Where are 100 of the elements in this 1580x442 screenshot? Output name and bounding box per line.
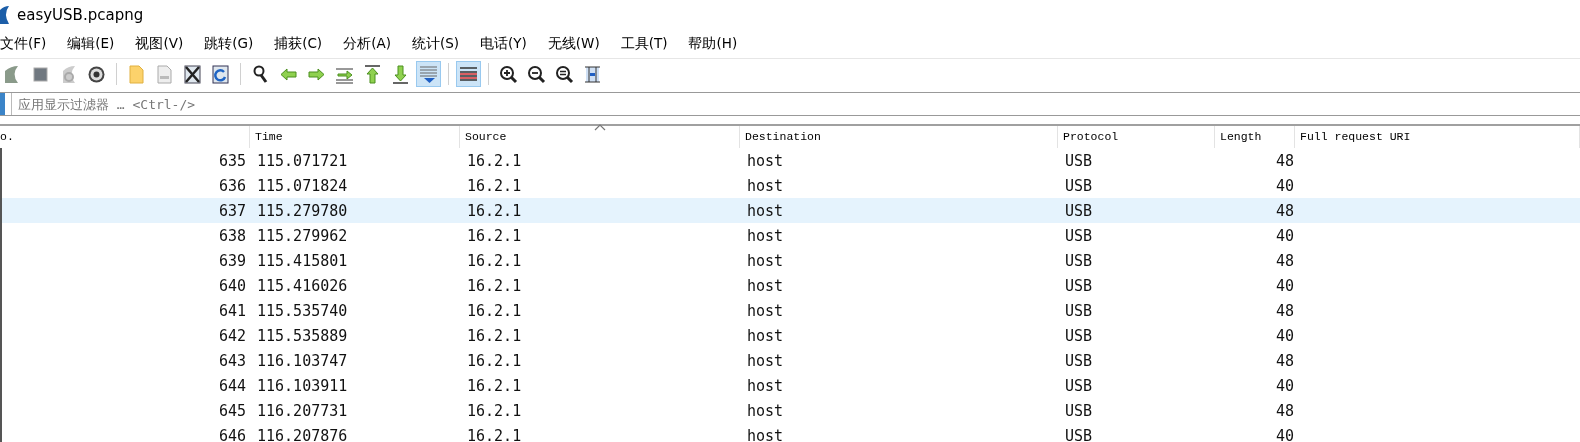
table-cell-text: 16.2.1 (466, 226, 523, 245)
table-cell-text: 40 (1274, 226, 1295, 245)
table-cell-text: 16.2.1 (466, 276, 523, 295)
table-cell-text: host (746, 276, 785, 295)
column-header[interactable]: o. (0, 126, 250, 148)
table-cell-text: 116.207876 (256, 426, 349, 442)
menu-item[interactable]: 统计(S) (411, 35, 469, 53)
menu-item[interactable]: 无线(W) (547, 35, 609, 53)
table-cell-text: host (746, 301, 785, 320)
table-cell-text: 16.2.1 (466, 251, 523, 270)
menu-item[interactable]: 帮助(H) (688, 35, 747, 53)
menu-item[interactable]: 文件(F) (0, 35, 56, 53)
packet-row[interactable]: 644 116.103911 16.2.1 host USB 40 (2, 373, 1580, 398)
table-cell-text: 48 (1274, 301, 1295, 320)
table-cell-text: 116.103747 (256, 351, 349, 370)
table-cell-text: host (746, 401, 785, 420)
packet-row[interactable]: 638 115.279962 16.2.1 host USB 40 (2, 223, 1580, 248)
sort-caret-icon (593, 124, 606, 131)
menu-item[interactable]: 视图(V) (135, 35, 193, 53)
stop-icon (31, 64, 50, 84)
table-cell-text: 48 (1274, 351, 1295, 370)
colorize-icon (459, 64, 478, 84)
table-cell-text: USB (1064, 401, 1094, 420)
table-cell-text: USB (1064, 326, 1094, 345)
table-cell-text: 48 (1274, 401, 1295, 420)
table-cell-text: 115.071721 (256, 151, 349, 170)
column-header[interactable]: Full request URI (1295, 126, 1580, 148)
down-arrow-icon (391, 64, 410, 84)
table-cell-text: USB (1064, 151, 1094, 170)
gear-icon (87, 64, 106, 84)
table-cell-text: 40 (1274, 426, 1295, 442)
autoscroll-icon (419, 64, 438, 84)
table-cell-text: 16.2.1 (466, 426, 523, 442)
column-header[interactable]: Time (250, 126, 460, 148)
table-cell-text: 48 (1274, 201, 1295, 220)
zoom-in-icon (499, 64, 518, 84)
table-cell-text: USB (1064, 426, 1094, 442)
column-header[interactable]: Length (1215, 126, 1295, 148)
table-cell-text: USB (1064, 351, 1094, 370)
table-cell-text: 40 (1274, 376, 1295, 395)
table-cell-text: 646 (217, 426, 247, 442)
table-cell-text: USB (1064, 176, 1094, 195)
column-header[interactable]: Destination (740, 126, 1058, 148)
table-cell-text: 115.279962 (256, 226, 349, 245)
column-header[interactable]: Protocol (1058, 126, 1215, 148)
table-cell-text: 645 (217, 401, 247, 420)
packet-row[interactable]: 637 115.279780 16.2.1 host USB 48 (2, 198, 1580, 223)
folder-icon (127, 64, 146, 84)
table-cell-text: host (746, 151, 785, 170)
packet-row[interactable]: 635 115.071721 16.2.1 host USB 48 (2, 148, 1580, 173)
zoom-out-icon (527, 64, 546, 84)
menu-item[interactable]: 编辑(E) (67, 35, 124, 53)
table-cell-text: 40 (1274, 176, 1295, 195)
table-cell-text: USB (1064, 376, 1094, 395)
table-cell-text: USB (1064, 226, 1094, 245)
table-cell-text: 16.2.1 (466, 351, 523, 370)
table-cell-text: host (746, 351, 785, 370)
packet-row[interactable]: 641 115.535740 16.2.1 host USB 48 (2, 298, 1580, 323)
packet-row[interactable]: 639 115.415801 16.2.1 host USB 48 (2, 248, 1580, 273)
colorize-button[interactable] (456, 61, 481, 87)
table-cell-text: 40 (1274, 276, 1295, 295)
search-icon (251, 64, 270, 84)
reload-icon (211, 64, 230, 84)
resize-columns-icon (583, 64, 602, 84)
table-cell-text: 116.103911 (256, 376, 349, 395)
table-cell-text: 16.2.1 (466, 401, 523, 420)
table-cell-text: host (746, 326, 785, 345)
table-cell-text: 644 (217, 376, 247, 395)
up-arrow-icon (363, 64, 382, 84)
table-cell-text: USB (1064, 276, 1094, 295)
table-cell-text: USB (1064, 201, 1094, 220)
table-cell-text: 48 (1274, 151, 1295, 170)
packet-row[interactable]: 646 116.207876 16.2.1 host USB 40 (2, 423, 1580, 442)
table-cell-text: 638 (217, 226, 247, 245)
column-header[interactable]: Source (460, 126, 740, 148)
table-cell-text: 635 (217, 151, 247, 170)
menu-item[interactable]: 捕获(C) (274, 35, 332, 53)
table-cell-text: 16.2.1 (466, 326, 523, 345)
table-cell-text: 16.2.1 (466, 176, 523, 195)
packet-row[interactable]: 636 115.071824 16.2.1 host USB 40 (2, 173, 1580, 198)
packet-row[interactable]: 640 115.416026 16.2.1 host USB 40 (2, 273, 1580, 298)
table-cell-text: host (746, 251, 785, 270)
table-cell-text: 115.535740 (256, 301, 349, 320)
table-cell-text: host (746, 426, 785, 442)
menu-item[interactable]: 跳转(G) (204, 35, 263, 53)
packet-row[interactable]: 645 116.207731 16.2.1 host USB 48 (2, 398, 1580, 423)
menu-item[interactable]: 电话(Y) (480, 35, 536, 53)
menu-item[interactable]: 工具(T) (620, 35, 677, 53)
packet-row[interactable]: 643 116.103747 16.2.1 host USB 48 (2, 348, 1580, 373)
table-cell-text: 636 (217, 176, 247, 195)
table-cell-text: 16.2.1 (466, 376, 523, 395)
file-icon (155, 64, 174, 84)
table-cell-text: 16.2.1 (466, 151, 523, 170)
menu-item[interactable]: 分析(A) (343, 35, 400, 53)
table-cell-text: 637 (217, 201, 247, 220)
packet-row[interactable]: 642 115.535889 16.2.1 host USB 40 (2, 323, 1580, 348)
table-cell-text: 116.207731 (256, 401, 349, 420)
autoscroll-button[interactable] (416, 61, 441, 87)
zoom-reset-icon (555, 64, 574, 84)
app-icon (0, 6, 9, 24)
